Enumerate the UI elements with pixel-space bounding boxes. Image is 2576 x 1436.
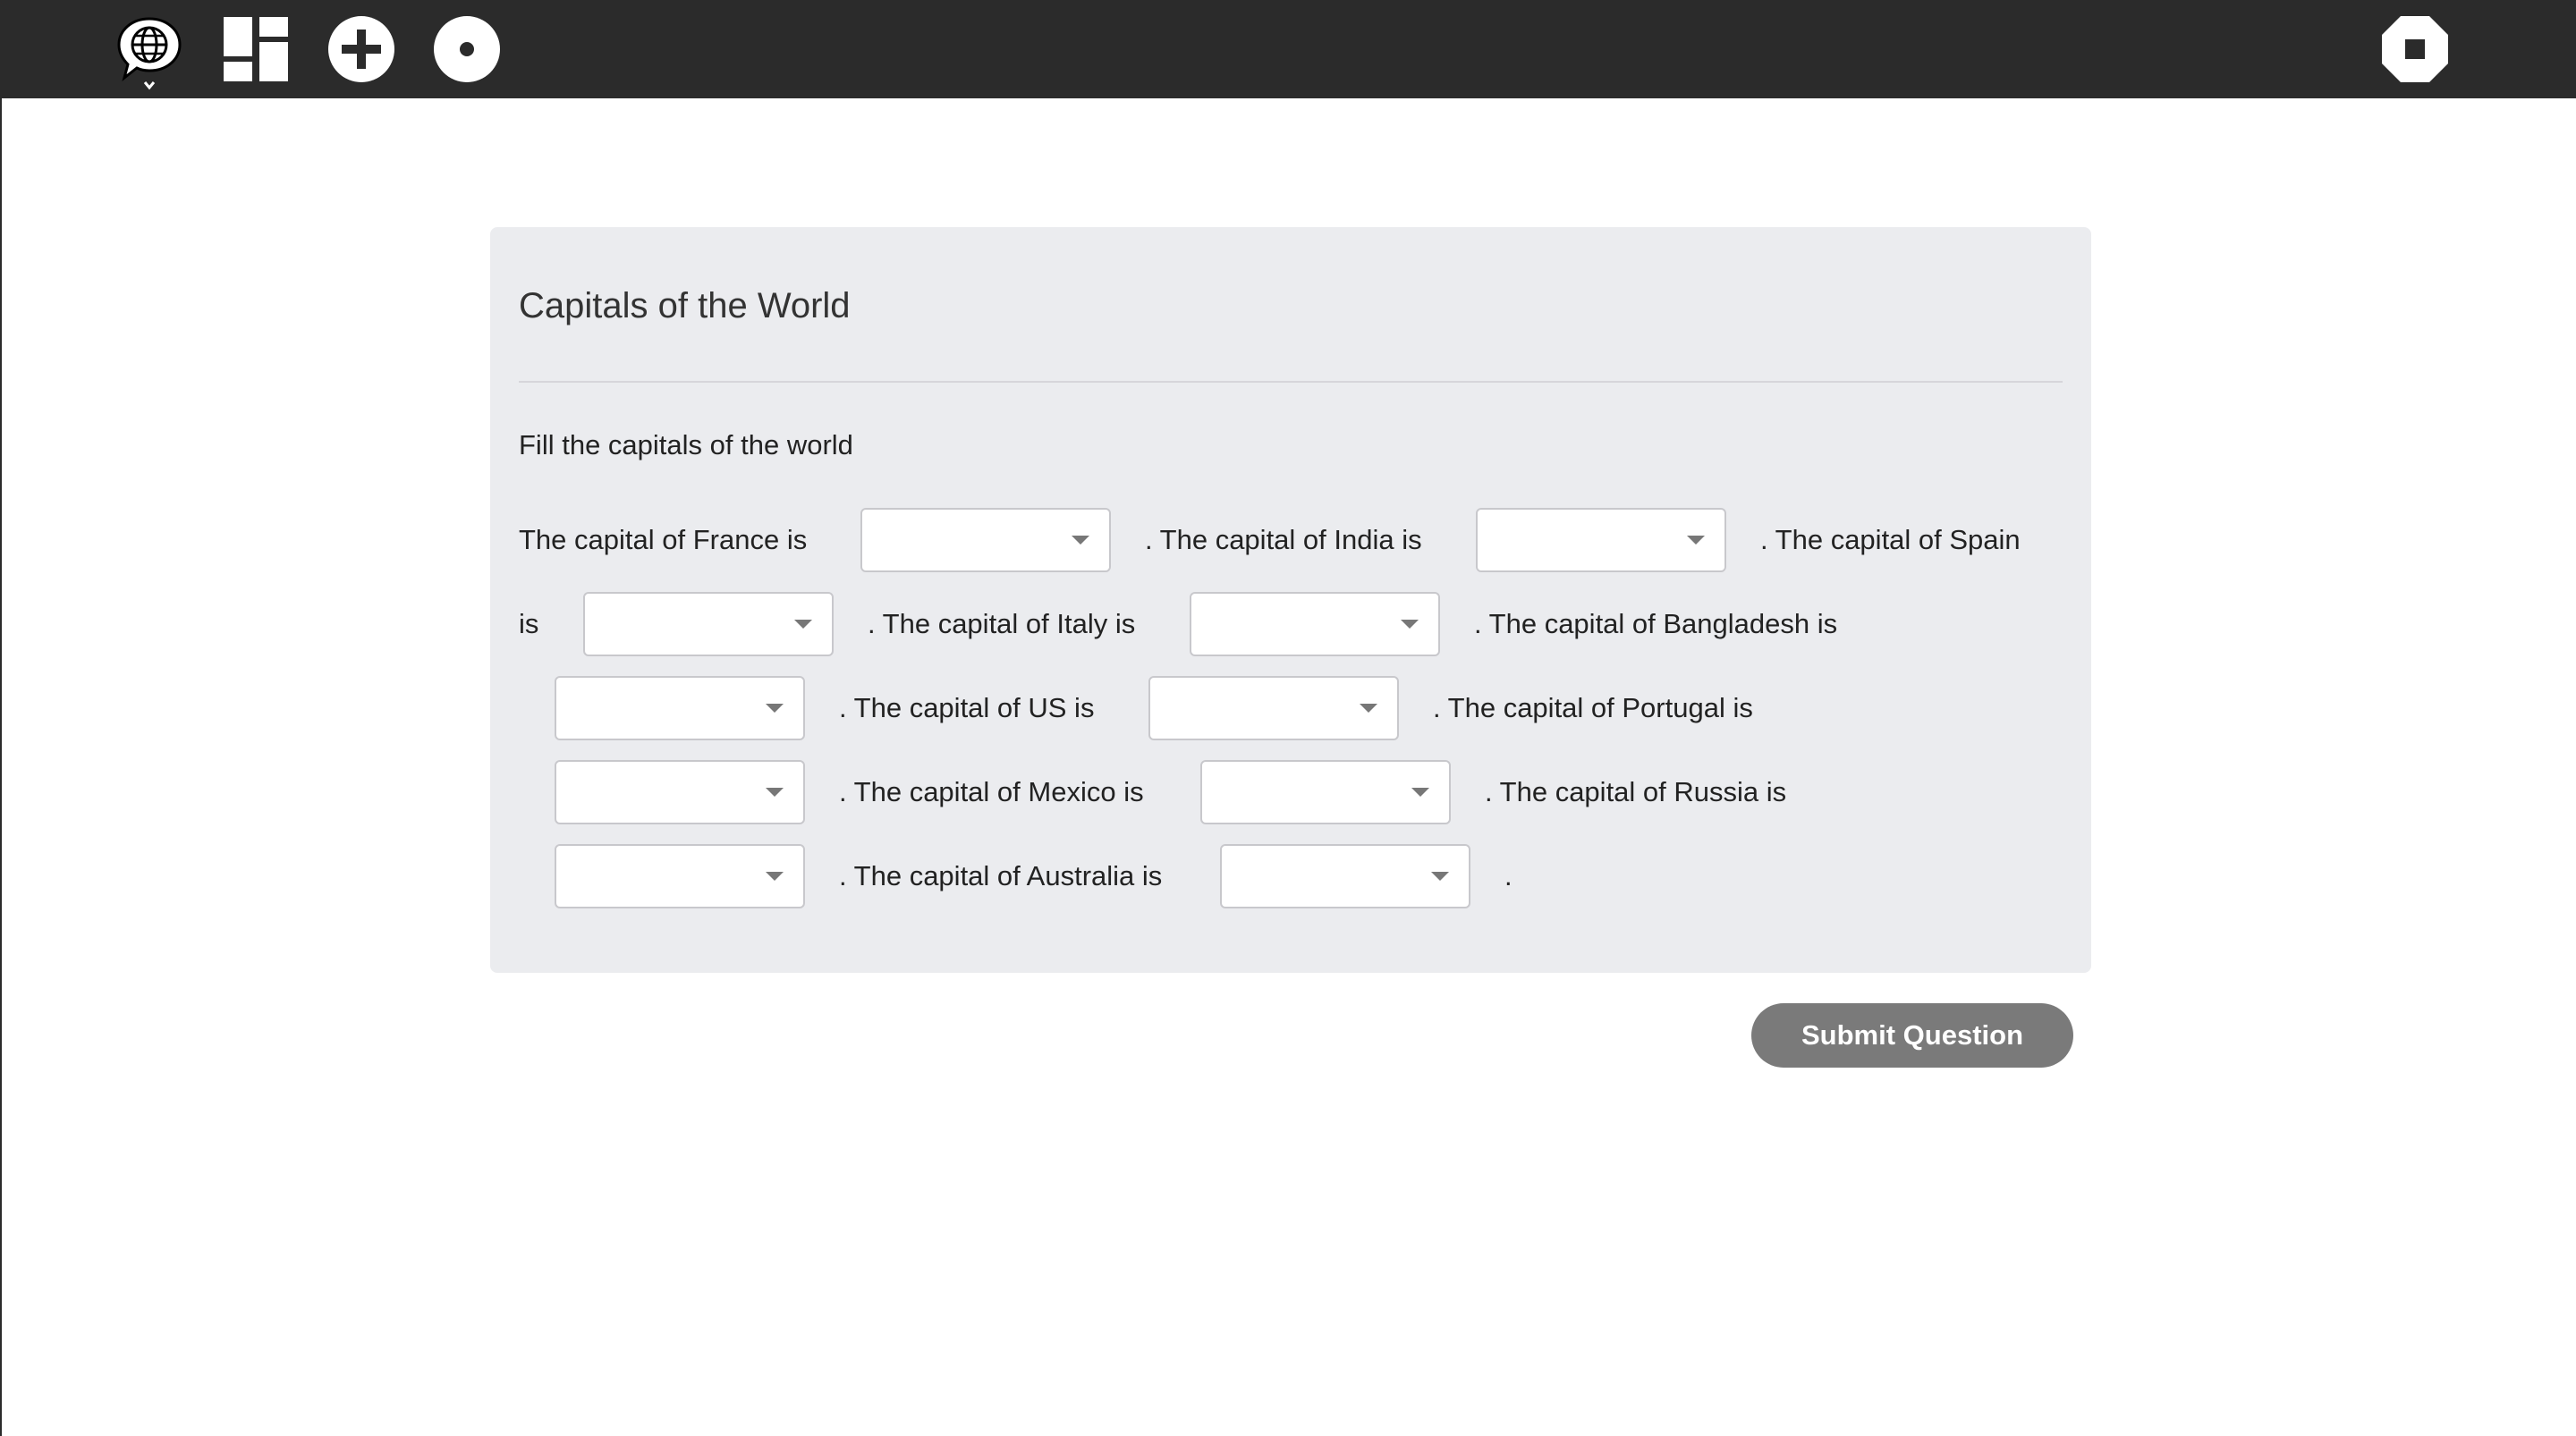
capital-dropdown-russia[interactable] [555, 844, 805, 908]
grid-dashboard-icon[interactable] [222, 15, 290, 83]
question-text: . The capital of US is [839, 692, 1095, 723]
language-globe-icon[interactable] [115, 15, 183, 83]
question-title: Capitals of the World [519, 286, 851, 325]
question-text: is [519, 608, 539, 639]
capital-dropdown-portugal[interactable] [555, 760, 805, 824]
submit-question-button[interactable]: Submit Question [1751, 1003, 2073, 1068]
capital-dropdown-india[interactable] [1476, 508, 1726, 572]
question-panel: Capitals of the World Fill the capitals … [490, 227, 2091, 973]
divider [519, 381, 2063, 383]
chevron-down-icon [1431, 872, 1449, 881]
chevron-down-icon [794, 620, 812, 629]
capital-dropdown-spain[interactable] [583, 592, 834, 656]
question-text: . The capital of Mexico is [839, 776, 1144, 807]
chevron-down-icon [1072, 536, 1089, 545]
top-toolbar [2, 0, 2576, 98]
question-text: The capital of France is [519, 524, 808, 555]
chevron-down-icon [766, 872, 784, 881]
capital-dropdown-australia[interactable] [1220, 844, 1470, 908]
question-instructions: Fill the capitals of the world [519, 429, 853, 460]
question-text: . The capital of Russia is [1485, 776, 1787, 807]
stop-icon[interactable] [2381, 15, 2449, 83]
chevron-down-icon [1411, 788, 1429, 797]
chevron-down-icon [1687, 536, 1705, 545]
question-text: . The capital of Australia is [839, 860, 1163, 891]
add-icon[interactable] [327, 15, 395, 83]
chevron-down-icon [1360, 704, 1377, 713]
capital-dropdown-us[interactable] [1148, 676, 1399, 740]
chevron-down-icon[interactable] [143, 79, 156, 91]
chevron-down-icon [766, 788, 784, 797]
chevron-down-icon [766, 704, 784, 713]
question-text: . The capital of Portugal is [1433, 692, 1753, 723]
record-icon[interactable] [433, 15, 501, 83]
question-text: . The capital of Italy is [868, 608, 1136, 639]
capital-dropdown-mexico[interactable] [1200, 760, 1451, 824]
chevron-down-icon [1401, 620, 1419, 629]
question-text: . The capital of Bangladesh is [1474, 608, 1838, 639]
capital-dropdown-bangladesh[interactable] [555, 676, 805, 740]
question-text: . The capital of India is [1145, 524, 1422, 555]
question-text: . [1504, 860, 1513, 891]
capital-dropdown-italy[interactable] [1190, 592, 1440, 656]
capital-dropdown-france[interactable] [860, 508, 1111, 572]
question-text: . The capital of Spain [1760, 524, 2021, 555]
